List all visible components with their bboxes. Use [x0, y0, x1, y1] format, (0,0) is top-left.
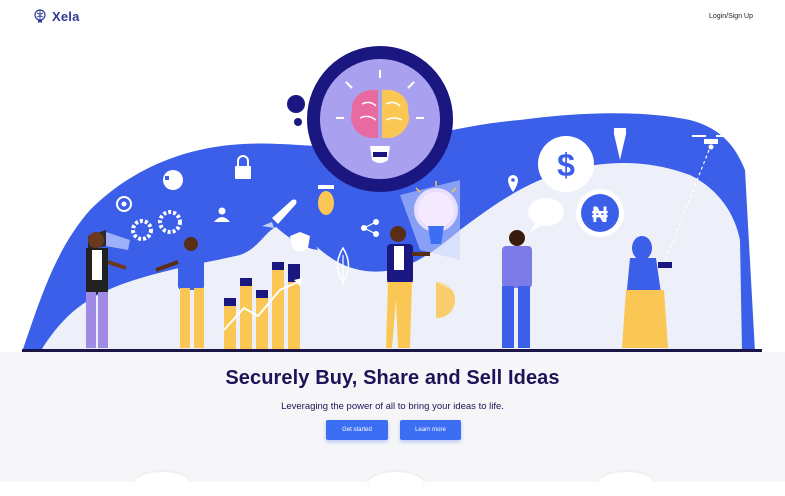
feature-card-top-left [134, 472, 190, 496]
top-navbar: Xela Login/Sign Up [0, 0, 785, 38]
hero-illustration: $ ₦ [22, 46, 755, 352]
dollar-icon: $ [538, 136, 594, 192]
decor-dot-large [287, 95, 305, 113]
login-signup-link[interactable]: Login/Sign Up [709, 13, 753, 20]
brain-logo-icon [34, 9, 46, 23]
feature-card-top-center [368, 472, 424, 496]
naira-icon: ₦ [576, 189, 624, 237]
learn-more-button[interactable]: Learn more [400, 420, 461, 440]
hero-headline: Securely Buy, Share and Sell Ideas [225, 367, 560, 389]
decor-dot-small [294, 118, 302, 126]
hero-subline: Leveraging the power of all to bring you… [281, 401, 504, 412]
feature-card-top-right [598, 472, 654, 496]
get-started-button[interactable]: Get started [326, 420, 388, 440]
shield-icon [290, 232, 310, 252]
brand-logo[interactable]: Xela [32, 8, 80, 24]
svg-text:₦: ₦ [592, 202, 608, 227]
brand-name: Xela [52, 8, 80, 24]
robot-head-icon [163, 170, 183, 190]
svg-text:$: $ [557, 147, 575, 183]
